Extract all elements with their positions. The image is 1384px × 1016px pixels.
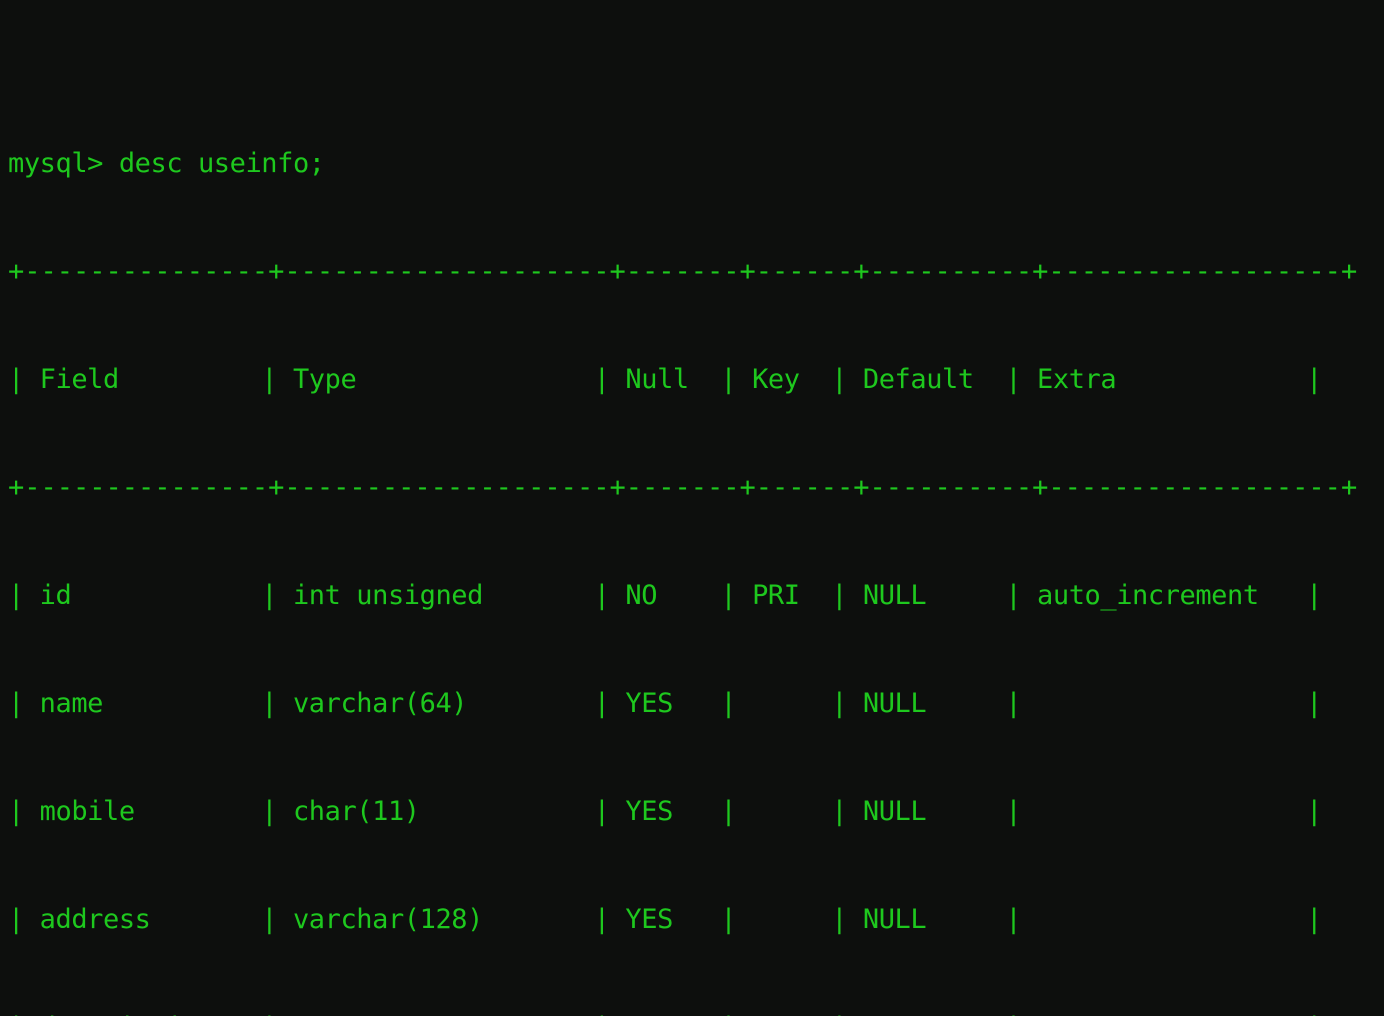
table-row: | description | text | YES | | NULL | | — [8, 1010, 1384, 1016]
prompt-line: mysql> desc useinfo; — [8, 148, 325, 179]
table-row: | id | int unsigned | NO | PRI | NULL | … — [8, 580, 1323, 611]
table-header-separator: +---------------+--------------------+--… — [8, 472, 1358, 503]
table-top-border: +---------------+--------------------+--… — [8, 256, 1358, 287]
table-header-row: | Field | Type | Null | Key | Default | … — [8, 364, 1323, 395]
table-row: | name | varchar(64) | YES | | NULL | | — [8, 688, 1323, 719]
terminal-top-padding — [8, 72, 1384, 74]
table-row: | mobile | char(11) | YES | | NULL | | — [8, 796, 1323, 827]
terminal-screen[interactable]: mysql> desc useinfo; +---------------+--… — [0, 0, 1384, 1016]
table-row: | address | varchar(128) | YES | | NULL … — [8, 904, 1323, 935]
